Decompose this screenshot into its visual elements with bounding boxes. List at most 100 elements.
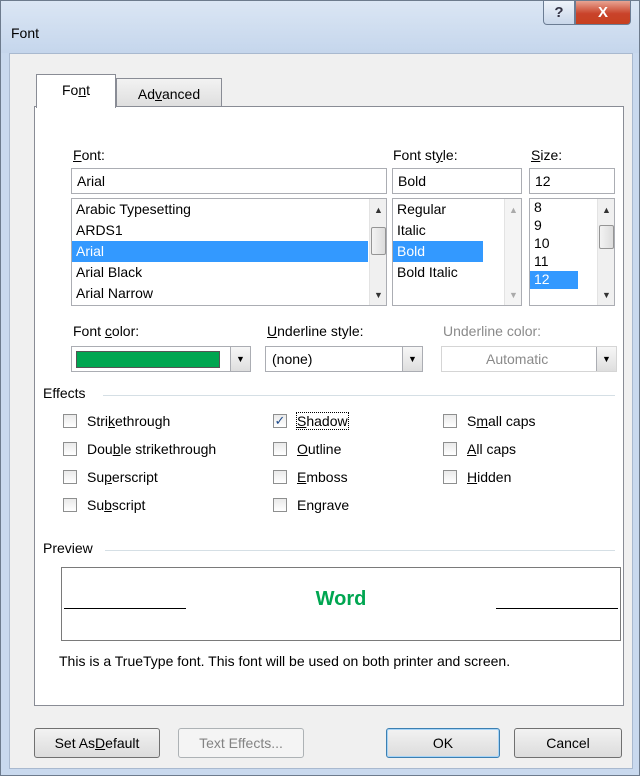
chevron-down-icon[interactable]: ▼	[402, 347, 422, 371]
checkbox-box[interactable]	[443, 442, 457, 456]
engrave-checkbox[interactable]: En g rave	[273, 494, 349, 516]
window-title: Font	[11, 25, 40, 41]
size-list-scrollbar[interactable]: ▲ ▼	[597, 199, 614, 305]
checkbox-box[interactable]	[273, 498, 287, 512]
dialog-body: Font Advanced Font: Arial Arabic Typeset…	[9, 53, 633, 769]
ok-button[interactable]: OK	[386, 728, 500, 758]
checkmark-icon[interactable]: ✓	[273, 414, 287, 428]
scroll-thumb[interactable]	[371, 227, 386, 255]
checkbox-label-end: erscript	[111, 469, 158, 485]
preview-box: Word	[61, 567, 621, 641]
font-style-label: Font style:	[393, 147, 458, 163]
font-color-dropdown[interactable]: ▼	[71, 346, 251, 372]
all-caps-checkbox[interactable]: All caps	[443, 438, 516, 460]
font-style-list[interactable]: Regular Italic Bold Bold Italic ▲ ▼	[392, 198, 522, 306]
scroll-thumb[interactable]	[599, 225, 614, 249]
list-item[interactable]: Italic	[393, 220, 521, 241]
set-default-label: Set As	[54, 735, 96, 751]
title-bar: Font ? X	[1, 1, 639, 53]
size-list[interactable]: 8 9 10 11 12 ▲ ▼	[529, 198, 615, 306]
checkbox-box[interactable]	[63, 414, 77, 428]
font-list-scrollbar[interactable]: ▲ ▼	[369, 199, 386, 305]
underline-style-dropdown[interactable]: (none) ▼	[265, 346, 423, 372]
scroll-down-icon[interactable]: ▼	[505, 286, 521, 303]
effects-heading: Effects	[43, 385, 86, 401]
checkbox-box[interactable]	[443, 470, 457, 484]
hidden-checkbox[interactable]: Hidden	[443, 466, 511, 488]
tab-font[interactable]: Font	[36, 74, 116, 108]
font-label: Font:	[73, 147, 105, 163]
checkbox-accel: g	[314, 497, 322, 513]
checkbox-box[interactable]	[443, 414, 457, 428]
chevron-down-icon[interactable]: ▼	[230, 347, 250, 371]
font-name-list[interactable]: Arabic Typesetting ARDS1 Arial Arial Bla…	[71, 198, 387, 306]
outline-checkbox[interactable]: Outline	[273, 438, 341, 460]
list-item-selected[interactable]: Bold	[393, 241, 483, 262]
font-style-input[interactable]: Bold	[392, 168, 522, 194]
small-caps-checkbox[interactable]: Sm all caps	[443, 410, 535, 432]
list-item[interactable]: Arabic Typesetting	[72, 199, 386, 220]
checkbox-accel: H	[467, 469, 478, 485]
text-effects-button[interactable]: Text Effects...	[178, 728, 304, 758]
checkbox-label: En	[297, 497, 315, 513]
scroll-up-icon[interactable]: ▲	[598, 201, 614, 218]
checkbox-box[interactable]	[63, 470, 77, 484]
emboss-checkbox[interactable]: Emboss	[273, 466, 348, 488]
font-style-label-end: le:	[442, 147, 458, 163]
scroll-down-icon[interactable]: ▼	[598, 286, 614, 303]
list-item-selected[interactable]: 12	[530, 271, 578, 289]
checkbox-label-end: le strikethrough	[120, 441, 217, 457]
list-item[interactable]: Regular	[393, 199, 521, 220]
font-label-accel: F	[73, 147, 82, 163]
font-color-label-text: Font	[73, 323, 105, 339]
shadow-checkbox[interactable]: ✓ Shadow	[273, 410, 349, 432]
subscript-checkbox[interactable]: Su b script	[63, 494, 145, 516]
font-color-label: Font color:	[73, 323, 139, 339]
underline-style-label-accel: U	[267, 323, 278, 339]
checkbox-accel: S	[297, 413, 307, 429]
font-color-swatch	[76, 351, 220, 368]
tab-advanced-label: Ad	[137, 86, 155, 102]
scroll-up-icon[interactable]: ▲	[505, 201, 521, 218]
shadow-label: Shadow	[296, 412, 349, 430]
checkbox-box[interactable]	[63, 442, 77, 456]
font-style-scrollbar[interactable]: ▲ ▼	[504, 199, 521, 305]
preview-divider	[105, 550, 615, 551]
chevron-down-icon[interactable]: ▼	[596, 347, 616, 371]
size-input[interactable]: 12	[529, 168, 615, 194]
list-item-selected[interactable]: Arial	[72, 241, 368, 262]
checkbox-label: Stri	[87, 413, 108, 429]
set-as-default-button[interactable]: Set As Default	[34, 728, 160, 758]
superscript-checkbox[interactable]: Su p erscript	[63, 466, 158, 488]
font-style-label-text: Font st	[393, 147, 436, 163]
font-color-label-end: olor:	[111, 323, 140, 339]
close-button[interactable]: X	[575, 1, 631, 25]
font-dialog: Font ? X Font Advanced Font: Arial Arabi…	[0, 0, 640, 776]
tab-advanced-label-end: anced	[161, 86, 201, 102]
list-item[interactable]: ARDS1	[72, 220, 386, 241]
cancel-button[interactable]: Cancel	[514, 728, 622, 758]
underline-style-label-text: nderline style:	[277, 323, 364, 339]
checkbox-box[interactable]	[273, 470, 287, 484]
list-item[interactable]: Arial Black	[72, 262, 386, 283]
preview-baseline-right	[496, 608, 618, 609]
list-item[interactable]: Bold Italic	[393, 262, 521, 283]
checkbox-label-end: idden	[477, 469, 512, 485]
set-default-label-end: efault	[105, 735, 140, 751]
scroll-up-icon[interactable]: ▲	[370, 201, 386, 218]
font-name-input[interactable]: Arial	[71, 168, 387, 194]
checkbox-box[interactable]	[63, 498, 77, 512]
double-strikethrough-checkbox[interactable]: Dou b le strikethrough	[63, 438, 216, 460]
checkbox-label-end: ethrough	[115, 413, 171, 429]
list-item[interactable]: Arial Narrow	[72, 283, 386, 304]
underline-color-dropdown[interactable]: Automatic ▼	[441, 346, 617, 372]
preview-description: This is a TrueType font. This font will …	[59, 653, 511, 669]
tab-font-accel: n	[78, 82, 87, 98]
checkbox-box[interactable]	[273, 442, 287, 456]
font-tab-panel: Font: Arial Arabic Typesetting ARDS1 Ari…	[34, 106, 624, 706]
scroll-down-icon[interactable]: ▼	[370, 286, 386, 303]
tab-font-label-end: t	[86, 82, 91, 98]
strikethrough-checkbox[interactable]: Stri k ethrough	[63, 410, 170, 432]
checkbox-label-end: rave	[321, 497, 350, 513]
help-button[interactable]: ?	[543, 1, 575, 25]
